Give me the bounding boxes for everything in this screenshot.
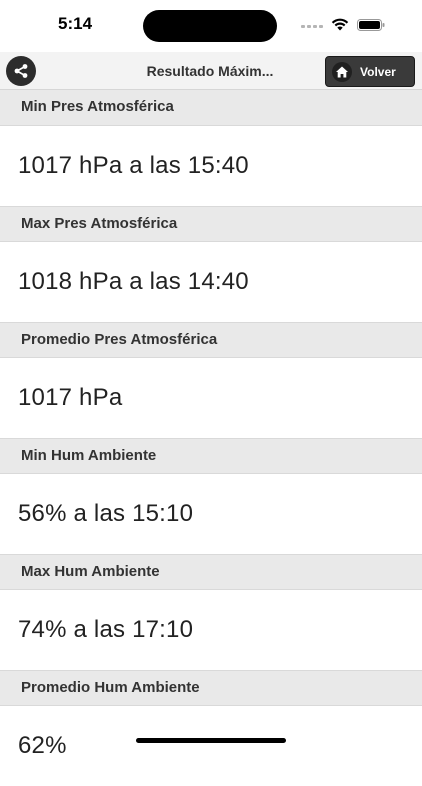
section-header-max-humidity: Max Hum Ambiente (0, 554, 422, 590)
battery-icon (357, 19, 385, 31)
back-button-label: Volver (360, 64, 396, 79)
section-value-avg-pressure: 1017 hPa (0, 358, 422, 438)
wifi-icon (331, 18, 349, 31)
status-time: 5:14 (58, 14, 93, 33)
nav-header: Resultado Máxim... Volver (0, 52, 422, 90)
section-value-min-pressure: 1017 hPa a las 15:40 (0, 126, 422, 206)
home-icon (332, 61, 352, 82)
share-icon (14, 64, 28, 78)
cellular-signal-icon (301, 25, 323, 28)
section-value-min-humidity: 56% a las 15:10 (0, 474, 422, 554)
section-header-avg-humidity: Promedio Hum Ambiente (0, 670, 422, 706)
status-bar: 5:14 (0, 0, 422, 52)
dynamic-island (143, 10, 277, 42)
page-title: Resultado Máxim... (146, 63, 274, 79)
results-list: Min Pres Atmosférica 1017 hPa a las 15:4… (0, 90, 422, 786)
section-header-max-pressure: Max Pres Atmosférica (0, 206, 422, 242)
section-value-avg-humidity: 62% (0, 706, 422, 786)
section-header-avg-pressure: Promedio Pres Atmosférica (0, 322, 422, 358)
section-value-max-humidity: 74% a las 17:10 (0, 590, 422, 670)
section-value-max-pressure: 1018 hPa a las 14:40 (0, 242, 422, 322)
section-header-min-humidity: Min Hum Ambiente (0, 438, 422, 474)
section-header-min-pressure: Min Pres Atmosférica (0, 90, 422, 126)
share-button[interactable] (6, 56, 36, 86)
home-indicator[interactable] (136, 738, 286, 743)
back-button[interactable]: Volver (325, 56, 415, 87)
